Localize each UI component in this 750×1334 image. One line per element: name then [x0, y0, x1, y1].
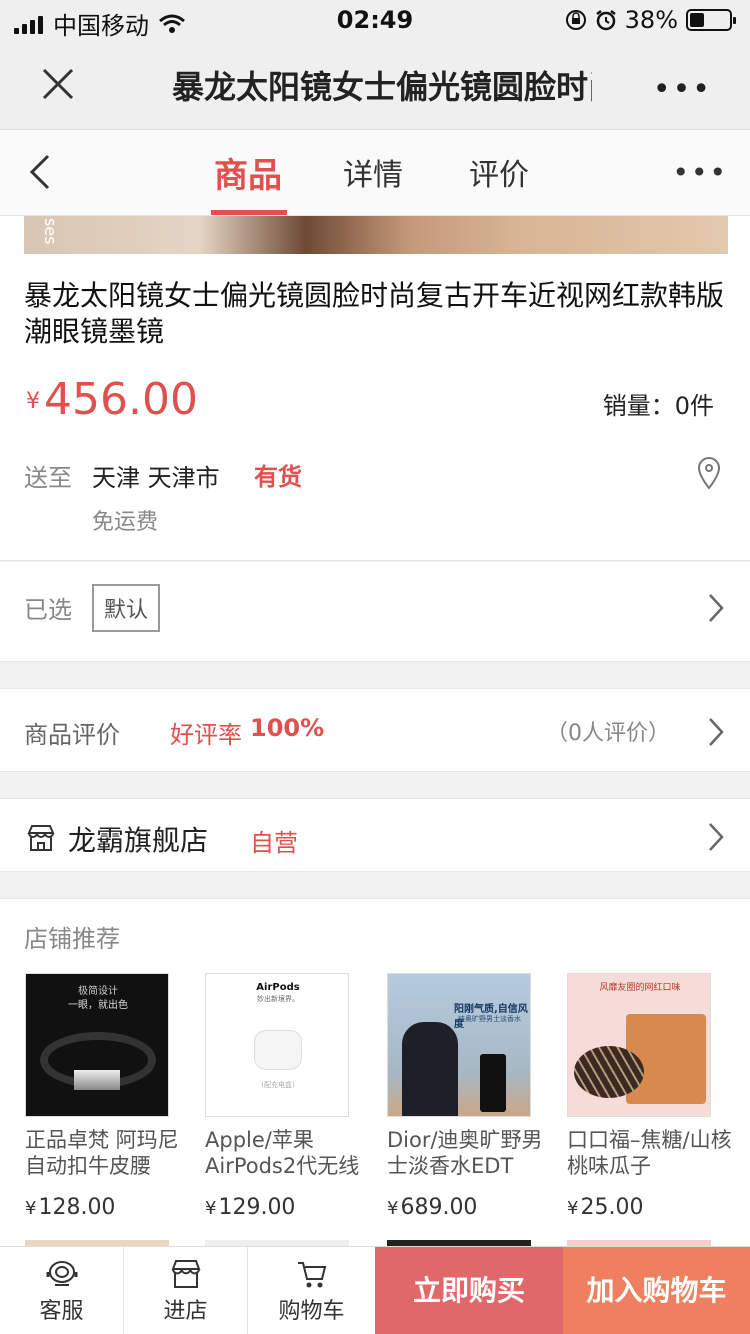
airpods-case-graphic [254, 1030, 302, 1070]
add-to-cart-button[interactable]: 加入购物车 [563, 1247, 750, 1334]
price-value: 25.00 [580, 1195, 644, 1220]
currency-symbol: ¥ [387, 1198, 399, 1219]
price-value: 689.00 [400, 1195, 478, 1220]
battery-fill [690, 13, 705, 27]
enter-store-label: 进店 [163, 1299, 208, 1324]
thumbnail-text: 妙出新境界。 [257, 995, 299, 1003]
cart-button[interactable]: 购物车 [248, 1247, 375, 1334]
cart-icon [297, 1262, 326, 1288]
reviews-label: 商品评价 [24, 721, 120, 749]
cart-label: 购物车 [278, 1299, 345, 1324]
product-name: 暴龙太阳镜女士偏光镜圆脸时尚复古开车近视网红款韩版潮眼镜墨镜 [24, 279, 725, 348]
recommend-item[interactable]: AirPods 妙出新境界。 (配充电盒) Apple/苹果 AirPods2代… [205, 973, 375, 1220]
page-title: 暴龙太阳镜女士偏光镜圆脸时尚复古开车近视网红款韩版潮眼镜墨镜 [172, 68, 592, 106]
self-operated-badge: 自营 [250, 829, 298, 857]
currency-symbol: ¥ [26, 389, 40, 414]
recommend-title[interactable]: Apple/苹果 AirPods2代无线 [205, 1127, 375, 1179]
title-bar: 暴龙太阳镜女士偏光镜圆脸时尚复古开车近视网红款韩版潮眼镜墨镜 ••• [0, 40, 750, 130]
product-price: ¥456.00 [26, 374, 198, 425]
ship-to-city[interactable]: 天津 天津市 [92, 458, 220, 493]
positive-rate-value: 100% [250, 714, 325, 742]
currency-symbol: ¥ [25, 1198, 37, 1219]
tab-reviews[interactable]: 评价 [469, 150, 529, 194]
tab-goods[interactable]: 商品 [214, 148, 282, 197]
tab-bar: 商品 详情 评价 ••• [0, 130, 750, 216]
status-bar: 中国移动 02:49 38% [0, 0, 750, 40]
recommend-price: ¥129.00 [205, 1195, 375, 1220]
recommend-title[interactable]: 口口福–焦糖/山核桃味瓜子 [567, 1127, 737, 1179]
location-pin-icon[interactable] [696, 456, 722, 490]
currency-symbol: ¥ [567, 1198, 579, 1219]
store-icon [171, 1260, 200, 1288]
price-value: 456.00 [44, 374, 198, 425]
sales-count: 销量：0件 [602, 392, 714, 420]
price-value: 129.00 [218, 1195, 296, 1220]
shop-name: 龙霸旗舰店 [68, 824, 209, 857]
active-tab-indicator [211, 210, 287, 215]
product-image[interactable] [24, 216, 728, 254]
alarm-icon [595, 10, 616, 31]
recommend-title[interactable]: Dior/迪奥旷野男士淡香水EDT [387, 1127, 557, 1179]
shipping-fee: 免运费 [92, 510, 159, 535]
selected-variant-row[interactable]: 已选 默认 [0, 562, 750, 662]
image-overlay-text: ses [41, 218, 60, 245]
thumbnail-text: 风靡友圈的网红口味 [599, 983, 681, 993]
recommend-thumbnail[interactable]: 风靡友圈的网红口味 [567, 973, 711, 1117]
review-count: （0人评价） [546, 721, 670, 746]
more-menu-icon[interactable]: ••• [653, 72, 712, 107]
tab-details[interactable]: 详情 [343, 150, 403, 194]
close-icon[interactable] [38, 64, 78, 104]
reviews-row[interactable]: 商品评价 好评率 100% （0人评价） [0, 688, 750, 772]
recommend-price: ¥25.00 [567, 1195, 737, 1220]
model-graphic [402, 1022, 458, 1116]
product-image-strip: ses [0, 216, 750, 256]
recommend-thumbnail[interactable]: 极简设计 一眼，就出色 [25, 973, 169, 1117]
battery-percent: 38% [624, 6, 678, 34]
recommend-item[interactable]: 极简设计 一眼，就出色 正品卓梵 阿玛尼自动扣牛皮腰 ¥128.00 [25, 973, 195, 1220]
recommend-item[interactable]: 阳刚气质,自信风度 迪奥旷野男士淡香水 Dior/迪奥旷野男士淡香水EDT ¥6… [387, 973, 557, 1220]
chevron-right-icon [709, 594, 724, 622]
thumbnail-text: 极简设计 [78, 986, 118, 997]
battery-icon [686, 9, 736, 31]
price-value: 128.00 [38, 1195, 116, 1220]
customer-service-button[interactable]: 客服 [0, 1247, 124, 1334]
recommend-title[interactable]: 正品卓梵 阿玛尼自动扣牛皮腰 [25, 1127, 195, 1179]
positive-rate-label: 好评率 [170, 721, 242, 749]
thumbnail-text: 一眼，就出色 [68, 1000, 128, 1011]
store-icon [27, 825, 55, 851]
thumbnail-text: AirPods [256, 982, 300, 993]
chevron-right-icon [709, 823, 724, 851]
recommend-price: ¥689.00 [387, 1195, 557, 1220]
enter-store-button[interactable]: 进店 [124, 1247, 248, 1334]
buy-now-button[interactable]: 立即购买 [375, 1247, 563, 1334]
recommend-price: ¥128.00 [25, 1195, 195, 1220]
chevron-right-icon [709, 718, 724, 746]
status-right: 38% [565, 6, 736, 34]
customer-service-label: 客服 [39, 1299, 84, 1324]
seeds-graphic [574, 1046, 644, 1098]
recommend-heading: 店铺推荐 [24, 925, 120, 953]
ship-to-label: 送至 [24, 464, 72, 492]
product-info: 暴龙太阳镜女士偏光镜圆脸时尚复古开车近视网红款韩版潮眼镜墨镜 ¥456.00 销… [0, 256, 750, 561]
bottom-action-bar: 客服 进店 购物车 立即购买 加入购物车 [0, 1246, 750, 1334]
recommend-thumbnail[interactable]: 阳刚气质,自信风度 迪奥旷野男士淡香水 [387, 973, 531, 1117]
buckle-graphic [74, 1070, 120, 1090]
thumbnail-text: (配充电盒) [261, 1081, 295, 1089]
recommend-item[interactable]: 风靡友圈的网红口味 口口福–焦糖/山核桃味瓜子 ¥25.00 [567, 973, 737, 1220]
currency-symbol: ¥ [205, 1198, 217, 1219]
customer-service-icon [46, 1261, 77, 1286]
selected-label: 已选 [24, 596, 72, 624]
back-icon[interactable] [26, 152, 54, 192]
shop-row[interactable]: 龙霸旗舰店 自营 [0, 798, 750, 872]
tab-more-icon[interactable]: ••• [672, 156, 728, 189]
thumbnail-text: 迪奥旷野男士淡香水 [458, 1015, 521, 1023]
rotation-lock-icon [565, 10, 586, 30]
stock-status: 有货 [254, 463, 302, 491]
variant-chip[interactable]: 默认 [92, 584, 161, 632]
recommend-thumbnail[interactable]: AirPods 妙出新境界。 (配充电盒) [205, 973, 349, 1117]
perfume-bottle-graphic [480, 1054, 506, 1112]
